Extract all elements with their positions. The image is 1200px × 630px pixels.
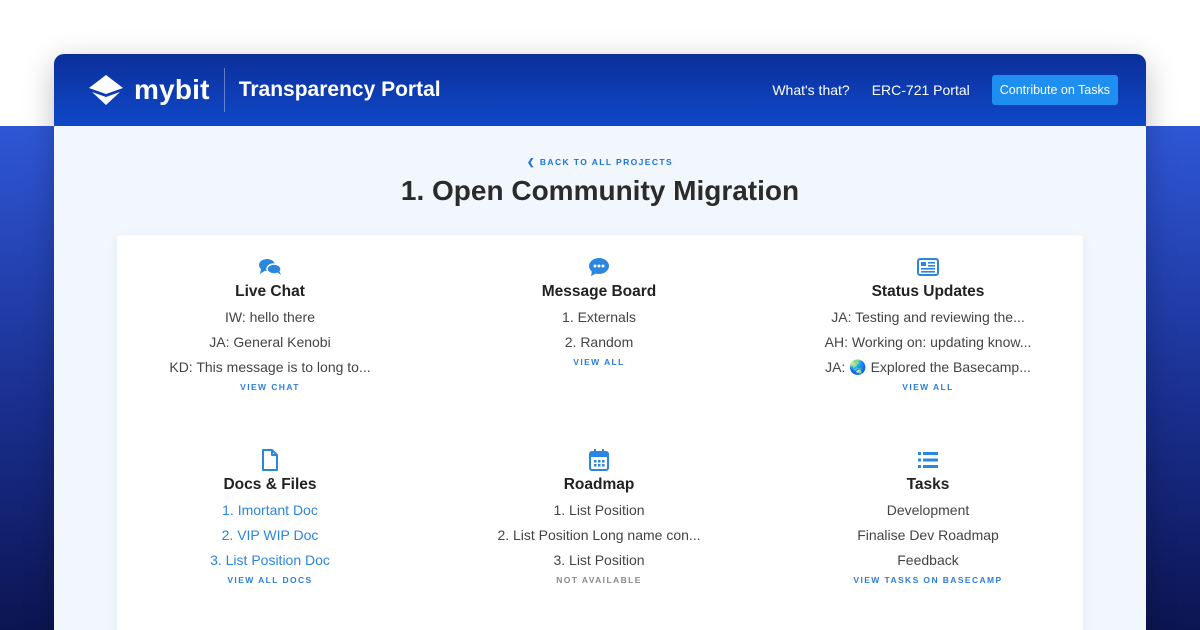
doc-link[interactable]: 3. List Position Doc <box>117 552 423 569</box>
task-item: Development <box>886 502 970 518</box>
section-status-updates: Status Updates JA: Testing and reviewing… <box>775 235 1081 428</box>
section-title: Docs & Files <box>223 476 317 493</box>
app-window: mybit Transparency Portal What's that? E… <box>54 54 1146 630</box>
calendar-icon <box>446 449 752 471</box>
section-title: Tasks <box>906 476 950 493</box>
task-item: Finalise Dev Roadmap <box>857 527 999 543</box>
chat-message: IW: hello there <box>224 309 315 325</box>
section-title: Live Chat <box>235 283 305 300</box>
section-roadmap: Roadmap 1. List Position 2. List Positio… <box>446 428 752 621</box>
back-label: BACK TO ALL PROJECTS <box>539 157 674 167</box>
portal-title: Transparency Portal <box>238 78 441 101</box>
section-live-chat: Live Chat IW: hello there JA: General Ke… <box>117 235 423 428</box>
section-title: Message Board <box>541 283 657 300</box>
roadmap-not-available-label: NOT AVAILABLE <box>556 575 642 585</box>
back-to-projects-link[interactable]: ❮ BACK TO ALL PROJECTS <box>54 157 1146 168</box>
view-chat-link[interactable]: VIEW CHAT <box>117 382 423 392</box>
status-update-item: AH: Working on: updating know... <box>824 334 1032 350</box>
page-title: 1. Open Community Migration <box>400 175 800 206</box>
logo-text: mybit <box>134 74 210 105</box>
roadmap-item: 1. List Position <box>553 502 645 518</box>
chevron-left-icon: ❮ <box>526 157 536 167</box>
view-all-messages-link[interactable]: VIEW ALL <box>446 357 752 367</box>
section-title: Status Updates <box>871 283 985 300</box>
view-tasks-on-basecamp-link[interactable]: VIEW TASKS ON BASECAMP <box>775 575 1081 585</box>
newspaper-icon <box>775 257 1081 277</box>
view-all-docs-link[interactable]: VIEW ALL DOCS <box>117 575 423 585</box>
message-bubble-icon <box>446 257 752 277</box>
chat-message: KD: This message is to long to... <box>169 359 371 375</box>
comments-icon <box>117 257 423 277</box>
nav-whats-that[interactable]: What's that? <box>772 82 849 98</box>
project-card: Live Chat IW: hello there JA: General Ke… <box>117 235 1083 630</box>
doc-link[interactable]: 1. Imortant Doc <box>117 502 423 519</box>
message-board-item: 1. Externals <box>562 309 636 325</box>
chat-message: JA: General Kenobi <box>209 334 331 350</box>
section-docs-files: Docs & Files 1. Imortant Doc 2. VIP WIP … <box>117 428 423 621</box>
mybit-diamond-icon <box>89 75 123 105</box>
header-divider <box>223 68 225 112</box>
view-all-updates-link[interactable]: VIEW ALL <box>775 382 1081 392</box>
contribute-on-tasks-button[interactable]: Contribute on Tasks <box>991 75 1118 105</box>
list-icon <box>775 450 1081 470</box>
header-nav: What's that? ERC-721 Portal Contribute o… <box>772 75 1118 105</box>
section-tasks: Tasks Development Finalise Dev Roadmap F… <box>775 428 1081 621</box>
message-board-item: 2. Random <box>564 334 634 350</box>
task-item: Feedback <box>897 552 959 568</box>
status-update-item: JA: 🌏 Explored the Basecamp... <box>825 359 1031 375</box>
nav-erc721-portal[interactable]: ERC-721 Portal <box>872 82 970 98</box>
file-icon <box>117 449 423 471</box>
project-header: ❮ BACK TO ALL PROJECTS 1. Open Community … <box>54 157 1146 207</box>
roadmap-item: 2. List Position Long name con... <box>497 527 701 543</box>
mybit-logo[interactable]: mybit <box>88 74 210 106</box>
top-navigation-bar: mybit Transparency Portal What's that? E… <box>54 54 1146 126</box>
section-message-board: Message Board 1. Externals 2. Random VIE… <box>446 235 752 428</box>
sections-grid: Live Chat IW: hello there JA: General Ke… <box>117 235 1083 621</box>
section-title: Roadmap <box>563 476 635 493</box>
roadmap-item: 3. List Position <box>553 552 645 568</box>
doc-link[interactable]: 2. VIP WIP Doc <box>117 527 423 544</box>
status-update-item: JA: Testing and reviewing the... <box>831 309 1025 325</box>
